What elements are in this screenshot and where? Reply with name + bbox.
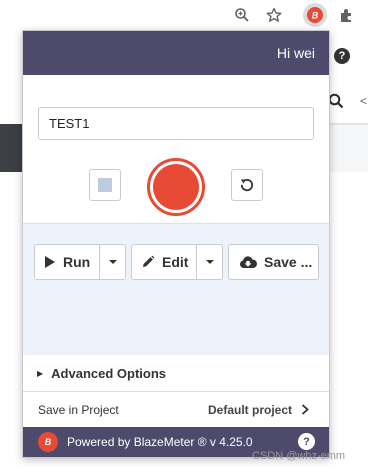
actions-panel: Run Edit Save ... [23,223,329,355]
chevron-left-icon[interactable]: < [360,94,367,108]
edit-label: Edit [162,254,189,270]
save-label: Save ... [264,254,313,270]
run-button[interactable]: Run [35,245,99,279]
record-icon [153,164,199,210]
search-icon[interactable] [328,93,344,114]
edit-split-button: Edit [131,244,223,280]
zoom-icon[interactable] [230,3,254,27]
background-dark-panel [0,124,24,172]
record-button[interactable] [147,158,205,216]
pencil-icon [143,255,155,267]
chevron-right-icon [301,404,309,415]
stop-button[interactable] [89,169,121,201]
run-split-button: Run [34,244,126,280]
background-strip [328,124,368,172]
reset-icon [240,178,254,192]
test-name-input[interactable] [38,107,314,140]
project-label: Save in Project [38,402,119,417]
blazemeter-popup: Hi wei Run Edit [22,30,330,458]
edit-dropdown-toggle[interactable] [196,245,222,279]
powered-by-text: Powered by BlazeMeter ® v 4.25.0 [67,435,253,449]
triangle-right-icon: ▶ [37,368,44,378]
star-icon[interactable] [262,3,286,27]
run-dropdown-toggle[interactable] [99,245,125,279]
run-label: Run [63,254,91,270]
reset-button[interactable] [231,169,263,201]
save-button[interactable]: Save ... [228,244,319,280]
user-greeting: Hi wei [276,45,315,61]
project-selector[interactable]: Save in Project Default project [23,392,329,427]
puzzle-icon[interactable] [335,3,359,27]
help-icon[interactable]: ? [298,433,315,450]
caret-down-icon [205,260,214,264]
stop-icon [98,178,112,192]
browser-toolbar: B [0,0,368,30]
popup-header: Hi wei [23,31,329,75]
watermark: CSDN @whz-emm [252,450,346,462]
project-value: Default project [208,403,309,417]
svg-text:B: B [312,11,319,21]
play-icon [45,256,55,268]
background-help-icon[interactable]: ? [334,48,350,64]
edit-button[interactable]: Edit [132,245,196,279]
advanced-options-toggle[interactable]: ▶ Advanced Options [23,355,329,392]
cloud-download-icon [240,256,257,268]
blazemeter-extension-icon[interactable]: B [303,3,327,27]
blazemeter-logo: B [38,432,58,452]
advanced-options-label: Advanced Options [51,365,167,381]
caret-down-icon [108,260,117,264]
project-name: Default project [207,402,292,417]
